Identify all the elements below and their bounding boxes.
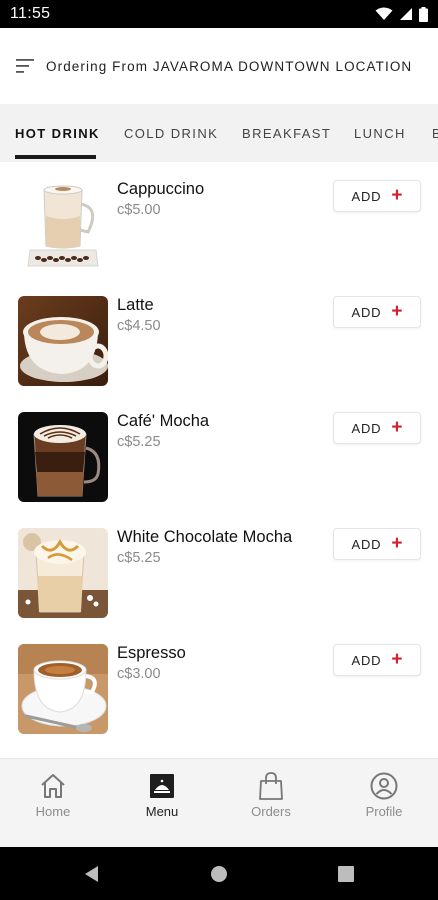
home-icon <box>41 774 65 798</box>
app-header: Ordering From JAVAROMA DOWNTOWN LOCATION <box>0 28 438 104</box>
menu-lines-icon[interactable] <box>16 58 36 74</box>
back-triangle-icon <box>85 865 98 882</box>
white-chocolate-mocha-image <box>18 528 108 618</box>
active-tab-indicator <box>15 155 96 159</box>
profile-icon <box>370 772 398 800</box>
recents-square-icon <box>338 865 354 882</box>
nav-orders[interactable]: Orders <box>216 759 326 848</box>
tab-hot-drink[interactable]: HOT DRINK <box>15 104 100 162</box>
cafe-mocha-image <box>18 412 108 502</box>
home-circle-icon <box>211 865 227 882</box>
add-button[interactable]: ADD + <box>333 180 421 212</box>
signal-icon <box>400 8 412 20</box>
item-price: c$5.25 <box>117 550 161 566</box>
menu-item-cappuccino[interactable]: Cappuccino c$5.00 ADD + <box>0 162 438 278</box>
menu-tray-icon <box>150 774 174 798</box>
nav-profile[interactable]: Profile <box>329 759 438 848</box>
add-button[interactable]: ADD + <box>333 412 421 444</box>
nav-label: Menu <box>145 804 179 819</box>
item-price: c$5.25 <box>117 434 161 450</box>
category-tabs: HOT DRINK COLD DRINK BREAKFAST LUNCH B <box>0 104 438 162</box>
item-name: Espresso <box>117 644 186 662</box>
menu-item-cafe-mocha[interactable]: Café' Mocha c$5.25 ADD + <box>0 394 438 510</box>
status-icons <box>375 6 428 22</box>
tab-cold-drink[interactable]: COLD DRINK <box>124 104 218 162</box>
plus-icon: + <box>391 648 403 670</box>
status-time: 11:55 <box>10 5 51 22</box>
add-label: ADD <box>351 420 382 436</box>
item-price: c$4.50 <box>117 318 161 334</box>
item-price: c$5.00 <box>117 202 161 218</box>
tab-lunch[interactable]: LUNCH <box>354 104 406 162</box>
bottom-navigation: Home Menu Orders Profile <box>0 758 438 847</box>
nav-home[interactable]: Home <box>0 759 108 848</box>
add-label: ADD <box>351 304 382 320</box>
espresso-image <box>18 644 108 734</box>
back-button[interactable] <box>80 847 104 900</box>
latte-image <box>18 296 108 386</box>
menu-item-white-chocolate-mocha[interactable]: White Chocolate Mocha c$5.25 ADD + <box>0 510 438 626</box>
nav-menu[interactable]: Menu <box>107 759 217 848</box>
add-label: ADD <box>351 536 382 552</box>
tab-partial-b[interactable]: B <box>432 104 438 162</box>
add-label: ADD <box>351 652 382 668</box>
shopping-bag-icon <box>259 772 283 800</box>
add-label: ADD <box>351 188 382 204</box>
item-name: Cappuccino <box>117 180 205 198</box>
status-bar: 11:55 <box>0 0 438 28</box>
add-button[interactable]: ADD + <box>333 644 421 676</box>
recents-button[interactable] <box>334 847 358 900</box>
nav-label: Orders <box>251 804 291 819</box>
system-navigation-bar <box>0 847 438 900</box>
nav-label: Home <box>35 804 71 819</box>
ordering-location-title[interactable]: Ordering From JAVAROMA DOWNTOWN LOCATION <box>46 59 412 74</box>
item-name: White Chocolate Mocha <box>117 528 293 546</box>
battery-icon <box>419 6 428 22</box>
nav-label: Profile <box>365 804 403 819</box>
item-price: c$3.00 <box>117 666 161 682</box>
menu-item-latte[interactable]: Latte c$4.50 ADD + <box>0 278 438 394</box>
add-button[interactable]: ADD + <box>333 296 421 328</box>
wifi-icon <box>375 7 393 20</box>
home-button[interactable] <box>207 847 231 900</box>
plus-icon: + <box>391 416 403 438</box>
plus-icon: + <box>391 300 403 322</box>
menu-item-espresso[interactable]: Espresso c$3.00 ADD + <box>0 626 438 742</box>
plus-icon: + <box>391 184 403 206</box>
tab-breakfast[interactable]: BREAKFAST <box>242 104 331 162</box>
add-button[interactable]: ADD + <box>333 528 421 560</box>
cappuccino-image <box>18 180 108 270</box>
item-name: Café' Mocha <box>117 412 210 430</box>
menu-item-list: Cappuccino c$5.00 ADD + Latte c$4.50 ADD… <box>0 162 438 758</box>
plus-icon: + <box>391 532 403 554</box>
item-name: Latte <box>117 296 154 314</box>
